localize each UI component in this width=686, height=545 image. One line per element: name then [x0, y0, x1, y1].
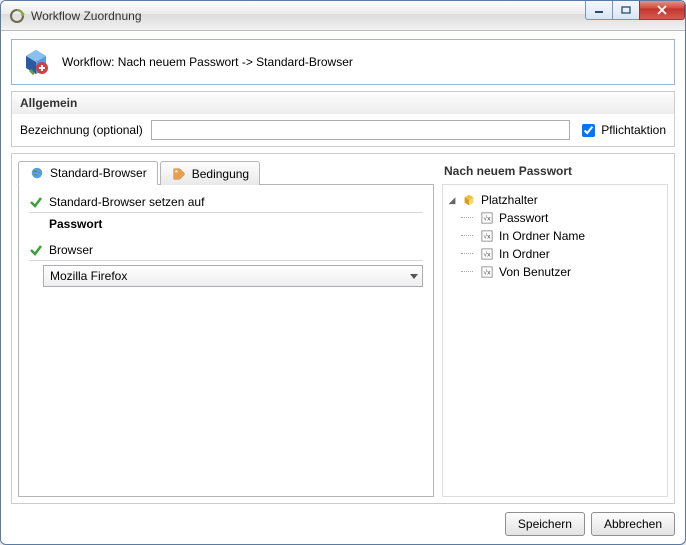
tab-condition[interactable]: Bedingung	[160, 161, 260, 185]
field-label: Browser	[49, 243, 93, 257]
general-heading: Allgemein	[11, 91, 675, 114]
left-pane: Standard-Browser Bedingung	[18, 160, 434, 497]
placeholder-title: Nach neuem Passwort	[442, 160, 668, 184]
titlebar: Workflow Zuordnung	[1, 1, 685, 31]
svg-text:√x: √x	[483, 251, 491, 259]
tree-children: √x Passwort √x In Ordner Name	[447, 209, 663, 281]
tab-label: Bedingung	[192, 167, 249, 181]
tree-root[interactable]: ◢ Platzhalter	[447, 191, 663, 209]
maximize-button[interactable]	[612, 0, 640, 20]
tree-root-label: Platzhalter	[481, 193, 538, 207]
field-set-browser: Standard-Browser setzen auf Passwort	[29, 195, 423, 231]
window-controls	[586, 0, 685, 20]
dialog-window: Workflow Zuordnung	[0, 0, 686, 545]
browser-select[interactable]: Mozilla Firefox	[43, 265, 423, 287]
tag-icon	[171, 166, 187, 182]
mandatory-checkbox-wrap[interactable]: Pflichtaktion	[578, 121, 666, 140]
chevron-down-icon	[410, 274, 418, 279]
field-label: Standard-Browser setzen auf	[49, 195, 204, 209]
svg-text:√x: √x	[483, 215, 491, 223]
main-area: Standard-Browser Bedingung	[11, 153, 675, 504]
placeholder-tree: ◢ Platzhalter √	[442, 184, 668, 497]
window-title: Workflow Zuordnung	[31, 9, 586, 23]
variable-icon: √x	[479, 264, 495, 280]
right-pane: Nach neuem Passwort ◢ Platzhalter	[442, 160, 668, 497]
tab-content: Standard-Browser setzen auf Passwort Bro…	[18, 185, 434, 497]
general-section: Allgemein Bezeichnung (optional) Pflicht…	[11, 91, 675, 147]
variable-icon: √x	[479, 246, 495, 262]
svg-text:√x: √x	[483, 269, 491, 277]
tree-item-label: In Ordner	[499, 247, 550, 261]
minimize-button[interactable]	[585, 0, 613, 20]
green-check-icon	[29, 195, 43, 209]
field-value: Passwort	[29, 217, 423, 231]
name-input[interactable]	[151, 120, 571, 140]
tree-item[interactable]: √x In Ordner Name	[461, 227, 663, 245]
tree-item[interactable]: √x Von Benutzer	[461, 263, 663, 281]
workflow-cube-icon	[20, 46, 52, 78]
green-check-icon	[29, 243, 43, 257]
tab-standard-browser[interactable]: Standard-Browser	[18, 161, 158, 185]
tree-item-label: In Ordner Name	[499, 229, 585, 243]
tree-item[interactable]: √x In Ordner	[461, 245, 663, 263]
dialog-footer: Speichern Abbrechen	[11, 510, 675, 536]
app-icon	[9, 8, 25, 24]
yellow-cube-icon	[461, 192, 477, 208]
tree-item-label: Passwort	[499, 211, 548, 225]
select-value: Mozilla Firefox	[50, 269, 127, 283]
svg-text:√x: √x	[483, 233, 491, 241]
mandatory-checkbox[interactable]	[582, 124, 595, 137]
tree-collapse-icon[interactable]: ◢	[447, 195, 457, 206]
workflow-header: Workflow: Nach neuem Passwort -> Standar…	[11, 39, 675, 85]
workflow-path-label: Workflow: Nach neuem Passwort -> Standar…	[62, 55, 353, 69]
dialog-content: Workflow: Nach neuem Passwort -> Standar…	[1, 31, 685, 544]
variable-icon: √x	[479, 228, 495, 244]
tree-item[interactable]: √x Passwort	[461, 209, 663, 227]
variable-icon: √x	[479, 210, 495, 226]
save-button[interactable]: Speichern	[505, 512, 585, 536]
tab-bar: Standard-Browser Bedingung	[18, 160, 434, 185]
mandatory-label: Pflichtaktion	[601, 123, 666, 137]
field-browser: Browser Mozilla Firefox	[29, 243, 423, 287]
tab-label: Standard-Browser	[50, 166, 147, 180]
cancel-button[interactable]: Abbrechen	[591, 512, 675, 536]
close-button[interactable]	[639, 0, 685, 20]
globe-icon	[29, 165, 45, 181]
tree-item-label: Von Benutzer	[499, 265, 571, 279]
name-label: Bezeichnung (optional)	[20, 123, 143, 137]
